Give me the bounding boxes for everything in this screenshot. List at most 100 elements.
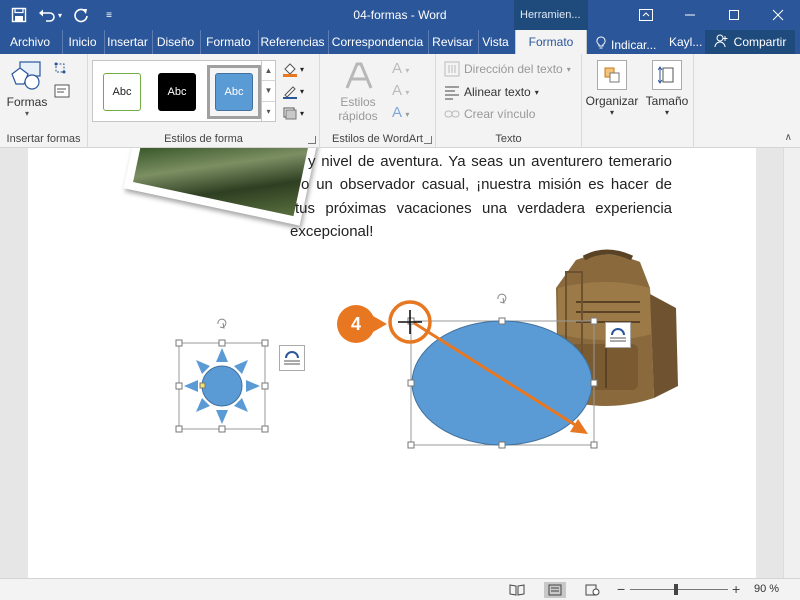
draw-text-box-icon[interactable]	[54, 84, 70, 98]
user-name[interactable]: Kayl...	[669, 35, 702, 49]
tab-formato-drawing[interactable]: Formato	[515, 30, 587, 54]
group-wordart-styles: Estilos rápidos A ▾ A ▾ A ▾ Estilos de W…	[320, 54, 436, 148]
create-link-label: Crear vínculo	[464, 107, 536, 121]
drawing-tools-header: Herramien...	[514, 0, 588, 30]
tell-me-box[interactable]: Indicar...	[596, 30, 656, 54]
ribbon-display-icon[interactable]	[624, 0, 668, 30]
style-swatch-black[interactable]: Abc	[158, 73, 196, 111]
arrange-label: Organizar	[585, 94, 639, 108]
status-bar: − + 90 %	[0, 578, 800, 600]
person-add-icon	[714, 34, 728, 51]
gallery-more-icon[interactable]: ▾	[262, 102, 275, 121]
drag-arrow-annotation	[388, 300, 588, 434]
align-text-label: Alinear texto	[464, 85, 531, 99]
share-label: Compartir	[733, 35, 787, 49]
tab-referencias[interactable]: Referencias	[258, 30, 326, 54]
link-icon	[444, 110, 460, 118]
sun-shape[interactable]	[174, 318, 314, 438]
text-direction-label: Dirección del texto	[464, 62, 563, 76]
arrange-icon	[597, 60, 627, 90]
tab-formato-layout[interactable]: Formato	[200, 30, 256, 54]
body-paragraph[interactable]: y nivel de aventura. Ya seas un aventure…	[290, 150, 672, 243]
text-direction-icon	[444, 61, 460, 77]
shape-fill-icon[interactable]: ▾	[282, 60, 312, 78]
minimize-icon[interactable]	[668, 0, 712, 30]
document-title: 04-formas - Word	[353, 8, 447, 22]
save-icon[interactable]	[8, 4, 30, 26]
group-arrange: Organizar ▾	[582, 54, 640, 148]
zoom-slider[interactable]	[630, 589, 728, 590]
collapse-ribbon-icon[interactable]: ∧	[785, 132, 792, 143]
close-icon[interactable]	[756, 0, 800, 30]
step-badge-pointer	[373, 316, 387, 332]
tab-vista[interactable]: Vista	[478, 30, 512, 54]
align-text-icon	[445, 86, 459, 100]
shape-outline-icon[interactable]: ▾	[282, 82, 312, 100]
style-swatch-blue[interactable]: Abc	[215, 73, 253, 111]
shape-styles-launcher-icon[interactable]	[308, 136, 316, 144]
document-page[interactable]: y nivel de aventura. Ya seas un aventure…	[28, 148, 756, 578]
group-insert-shapes: Formas ▾ Insertar formas	[0, 54, 88, 148]
shape-effects-icon[interactable]: ▾	[282, 104, 312, 122]
quick-styles-label-1: Estilos	[340, 95, 376, 109]
style-swatch-outline[interactable]: Abc	[103, 73, 141, 111]
tell-me-label: Indicar...	[611, 37, 657, 52]
wordart-launcher-icon[interactable]	[424, 136, 432, 144]
text-direction-button[interactable]: Dirección del texto ▾	[444, 61, 571, 77]
step-number: 4	[350, 313, 361, 334]
size-button[interactable]: Tamaño ▾	[640, 60, 694, 117]
share-button[interactable]: Compartir	[705, 30, 795, 54]
maximize-icon[interactable]	[712, 0, 756, 30]
zoom-in-button[interactable]: +	[732, 581, 740, 597]
shapes-icon	[11, 61, 41, 90]
quick-access-toolbar: ▾ ≡	[8, 4, 120, 26]
tab-inicio[interactable]: Inicio	[62, 30, 102, 54]
zoom-slider-thumb[interactable]	[674, 584, 678, 595]
group-shape-styles: Abc Abc Abc ▲ ▼ ▾ ▾ ▾ ▾ Estilos de forma	[88, 54, 320, 148]
customize-icon[interactable]: ≡	[98, 4, 120, 26]
sun-layout-options-icon[interactable]	[279, 345, 305, 371]
body-line-3: tus próximas vacaciones una verdadera ex…	[295, 199, 672, 217]
park-photo-image	[133, 148, 311, 217]
group-label-insert-shapes: Insertar formas	[6, 133, 81, 145]
sun-rotation-handle[interactable]	[217, 318, 227, 329]
tab-archivo[interactable]: Archivo	[4, 30, 56, 54]
undo-icon[interactable]: ▾	[36, 4, 64, 26]
web-layout-icon[interactable]	[582, 582, 604, 598]
quick-styles-label-2: rápidos	[338, 109, 378, 123]
vertical-scrollbar[interactable]	[783, 148, 800, 578]
size-icon	[652, 60, 682, 90]
wordart-a-icon	[345, 62, 373, 89]
edit-shape-icon[interactable]	[54, 62, 72, 76]
zoom-out-button[interactable]: −	[617, 581, 625, 597]
zoom-level[interactable]: 90 %	[754, 583, 779, 595]
group-size: Tamaño ▾	[640, 54, 694, 148]
print-layout-icon[interactable]	[544, 582, 566, 598]
shapes-label: Formas	[6, 95, 48, 109]
text-fill-icon[interactable]: A ▾	[392, 60, 409, 77]
read-mode-icon[interactable]	[506, 582, 528, 598]
tab-insertar[interactable]: Insertar	[104, 30, 150, 54]
create-link-button[interactable]: Crear vínculo	[444, 107, 535, 121]
ribbon: Formas ▾ Insertar formas Abc Abc Abc ▲ ▼…	[0, 54, 800, 148]
tab-revisar[interactable]: Revisar	[428, 30, 476, 54]
shape-styles-gallery: Abc Abc Abc ▲ ▼ ▾	[92, 60, 276, 122]
step-badge: 4	[337, 305, 375, 343]
text-outline-icon[interactable]: A ▾	[392, 82, 409, 99]
title-bar: ▾ ≡ 04-formas - Word Herramien...	[0, 0, 800, 30]
gallery-down-icon[interactable]: ▼	[262, 81, 275, 102]
quick-styles-button[interactable]: Estilos rápidos	[330, 60, 386, 123]
document-area: y nivel de aventura. Ya seas un aventure…	[0, 148, 800, 578]
ribbon-tabs: Archivo Inicio Insertar Diseño Formato R…	[0, 30, 800, 54]
arrange-button[interactable]: Organizar ▾	[584, 60, 640, 117]
align-text-button[interactable]: Alinear texto ▾	[444, 84, 539, 100]
tab-correspondencia[interactable]: Correspondencia	[328, 30, 426, 54]
gallery-up-icon[interactable]: ▲	[262, 61, 275, 82]
gallery-scroll: ▲ ▼ ▾	[261, 61, 275, 121]
size-label: Tamaño	[645, 94, 689, 108]
redo-icon[interactable]	[70, 4, 92, 26]
shapes-button[interactable]: Formas ▾	[5, 60, 49, 118]
lightbulb-icon	[596, 36, 606, 53]
tab-diseno[interactable]: Diseño	[152, 30, 198, 54]
text-effects-icon[interactable]: A ▾	[392, 104, 409, 121]
